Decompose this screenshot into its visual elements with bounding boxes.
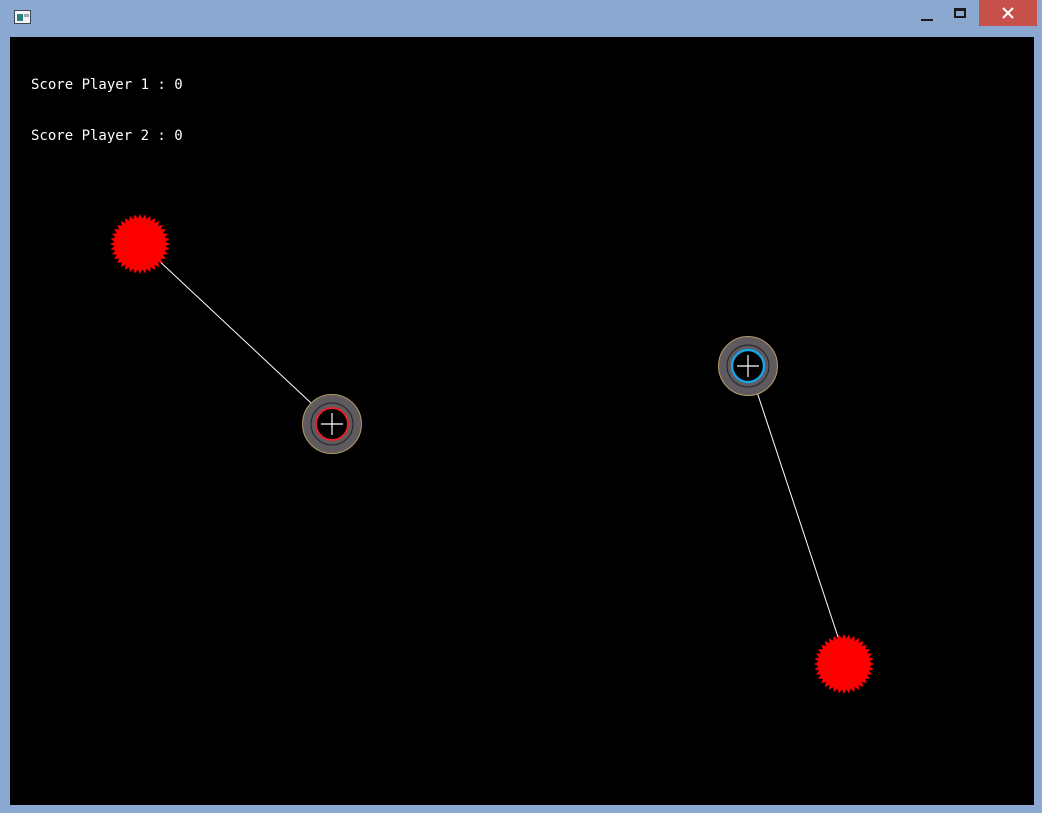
- game-scene: [110, 214, 874, 694]
- app-window-icon[interactable]: [14, 10, 31, 24]
- game-canvas[interactable]: Score Player 1 : 0 Score Player 2 : 0: [10, 37, 1034, 805]
- close-icon: [1002, 7, 1014, 19]
- player-2-tether: [756, 391, 841, 644]
- player-1-tether: [155, 257, 312, 404]
- minimize-button[interactable]: [912, 0, 942, 26]
- maximize-button[interactable]: [945, 0, 975, 26]
- title-bar[interactable]: [0, 0, 1042, 36]
- player-2: [718, 336, 778, 396]
- player-1: [302, 394, 362, 454]
- minimize-icon: [921, 19, 933, 21]
- player-2-spiked-ball: [814, 634, 874, 694]
- game-window: Score Player 1 : 0 Score Player 2 : 0: [0, 0, 1042, 813]
- player-1-spiked-ball: [110, 214, 170, 274]
- maximize-icon: [954, 8, 966, 18]
- close-button[interactable]: [979, 0, 1037, 26]
